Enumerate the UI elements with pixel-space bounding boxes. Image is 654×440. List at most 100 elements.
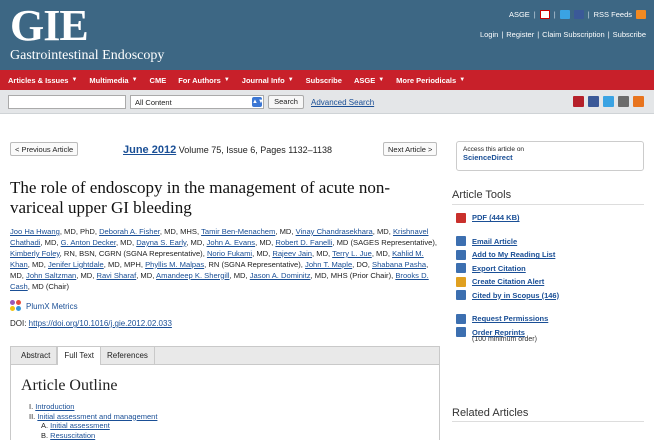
nav-item-subscribe[interactable]: Subscribe [306,76,342,85]
author-link[interactable]: Jason A. Dominitz [250,271,311,280]
search-scope-select[interactable]: All Content ▲▼ [130,95,264,109]
nav-item-asge[interactable]: ASGE ▼ [354,76,384,85]
issue-link[interactable]: June 2012 [123,144,176,156]
author-link[interactable]: John A. Evans [207,238,256,247]
email-icon [456,236,466,247]
user-link-register[interactable]: Register [506,30,534,39]
author-link[interactable]: Shabana Pasha [372,260,426,269]
divider: | [537,30,540,39]
author-link[interactable]: Ravi Sharaf [97,271,137,280]
tool-add-to-my-reading-list[interactable]: Add to My Reading List [456,248,646,262]
rss-icon[interactable] [636,10,646,19]
divider: | [607,30,610,39]
author-link[interactable]: Joo Ha Hwang [10,227,60,236]
author-link[interactable]: Jenifer Lightdale [48,260,104,269]
author-credentials: , MD, [115,237,137,247]
advanced-search-link[interactable]: Advanced Search [311,98,374,107]
author-link[interactable]: John Saltzman [26,271,76,280]
search-bar: All Content ▲▼ Search Advanced Search [0,90,654,114]
author-credentials: , MD, [76,270,97,280]
author-link[interactable]: John T. Maple [305,260,352,269]
rss-link[interactable]: RSS Feeds [594,10,632,19]
journal-name[interactable]: Gastrointestinal Endoscopy [10,48,164,64]
author-credentials: , MD, [186,237,207,247]
tool-label: Add to My Reading List [472,250,556,260]
nav-item-more-periodicals[interactable]: More Periodicals ▼ [396,76,465,85]
tool-label: PDF (444 KB) [472,213,520,223]
nav-item-for-authors[interactable]: For Authors ▼ [178,76,230,85]
author-link[interactable]: Vinay Chandrasekhara [296,227,373,236]
author-link[interactable]: Kimberly Foley [10,249,60,258]
user-link-claim-subscription[interactable]: Claim Subscription [542,30,605,39]
tab-references[interactable]: References [101,347,155,364]
author-link[interactable]: Amandeep K. Shergill [156,271,229,280]
author-list: Joo Ha Hwang, MD, PhD, Deborah A. Fisher… [10,227,440,292]
tool-create-citation-alert[interactable]: Create Citation Alert [456,275,646,289]
author-link[interactable]: Dayna S. Early [136,238,186,247]
search-scope-value: All Content [135,98,172,107]
outline-link[interactable]: Initial assessment [50,421,110,430]
more-share-icon[interactable] [633,96,644,107]
author-credentials: , MD (SAGES Representative), [332,237,438,247]
tool-cited-by-in-scopus-146[interactable]: Cited by in Scopus (146) [456,289,646,303]
divider [452,204,644,205]
nav-item-articles-issues[interactable]: Articles & Issues ▼ [8,76,77,85]
search-input[interactable] [8,95,126,109]
chevron-down-icon: ▼ [71,77,78,83]
email-icon[interactable] [618,96,629,107]
reading-list-icon [456,249,466,260]
tab-full-text[interactable]: Full Text [57,347,101,365]
youtube-icon[interactable] [539,10,550,19]
export-icon [456,263,466,274]
article-tools-heading: Article Tools [452,189,512,201]
user-link-subscribe[interactable]: Subscribe [613,30,646,39]
doi-link[interactable]: https://doi.org/10.1016/j.gie.2012.02.03… [29,319,172,328]
author-credentials: , MD, MHS, [159,227,202,236]
tool-request-permissions[interactable]: Request Permissions [456,312,646,326]
bell-icon [456,276,466,287]
tool-label: Export Citation [472,263,526,273]
plumx-metrics[interactable]: PlumX Metrics [10,300,78,312]
nav-item-cme[interactable]: CME [150,76,167,85]
mendeley-icon[interactable] [573,96,584,107]
user-link-login[interactable]: Login [480,30,498,39]
outline-item: A. Initial assessment [29,421,157,431]
asge-link[interactable]: ASGE [509,10,530,19]
author-credentials: , MD, [229,270,250,280]
author-credentials: , MD (Chair) [27,281,70,291]
author-link[interactable]: Norio Fukami [207,249,252,258]
twitter-icon[interactable] [603,96,614,107]
tab-abstract[interactable]: Abstract [15,347,58,364]
search-button[interactable]: Search [268,95,304,109]
author-link[interactable]: Deborah A. Fisher [99,227,160,236]
tool-label: Cited by in Scopus (146) [472,290,560,300]
outline-link[interactable]: Introduction [35,402,74,411]
author-link[interactable]: G. Anton Decker [61,238,116,247]
facebook-icon[interactable] [573,10,584,19]
nav-item-multimedia[interactable]: Multimedia ▼ [89,76,137,85]
sciencedirect-link[interactable]: ScienceDirect [463,154,637,162]
author-link[interactable]: Robert D. Fanelli [275,238,332,247]
nav-item-label: ASGE [353,75,376,85]
nav-item-label: For Authors [178,75,221,85]
previous-article-button[interactable]: < Previous Article [10,142,79,156]
author-credentials: , MD, PhD, [59,227,100,236]
author-link[interactable]: Rajeev Jain [272,249,312,258]
outline-item: II. Initial assessment and management [29,412,157,422]
journal-logo[interactable]: GIE [10,4,89,48]
outline-link[interactable]: Initial assessment and management [37,412,157,421]
twitter-icon[interactable] [559,10,570,19]
tool-email-article[interactable]: Email Article [456,235,646,249]
author-link[interactable]: Tamir Ben-Menachem [201,227,275,236]
next-article-button[interactable]: Next Article > [383,142,438,156]
divider: | [587,10,590,19]
facebook-icon[interactable] [588,96,599,107]
author-link[interactable]: Terry L. Jue [332,249,372,258]
tool-pdf-444-kb[interactable]: PDF (444 KB) [456,211,646,225]
tool-export-citation[interactable]: Export Citation [456,262,646,276]
nav-item-journal-info[interactable]: Journal Info ▼ [242,76,294,85]
author-credentials: , RN, BSN, CGRN (SGNA Representative), [59,248,207,258]
author-link[interactable]: Phyllis M. Malpas [145,260,204,269]
outline-link[interactable]: Resuscitation [50,431,95,440]
